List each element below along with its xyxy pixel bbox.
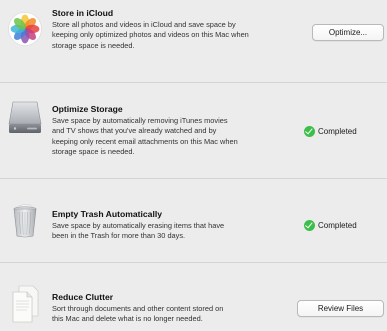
recommendation-store-in-icloud: Store in iCloud Store all photos and vid… (0, 0, 387, 80)
review-files-button[interactable]: Review Files (297, 300, 384, 317)
recommendation-empty-trash: Empty Trash Automatically Save space by … (0, 180, 387, 258)
photos-icon (8, 12, 42, 46)
description-line: Store all photos and videos in iCloud an… (52, 20, 236, 29)
description-line: keeping only optimized photos and videos… (52, 30, 249, 40)
recommendation-title: Reduce Clutter (52, 292, 114, 302)
description-line: and TV shows that you've already watched… (52, 126, 217, 136)
recommendation-title: Empty Trash Automatically (52, 209, 162, 219)
recommendation-description: Save space by automatically removing iTu… (52, 116, 288, 158)
separator (0, 262, 387, 263)
status-badge: Completed (304, 219, 357, 231)
separator (0, 178, 387, 179)
documents-icon (11, 284, 39, 324)
recommendation-text: Reduce Clutter Sort through documents an… (52, 292, 288, 325)
recommendation-reduce-clutter: Reduce Clutter Sort through documents an… (0, 266, 387, 331)
optimize-button[interactable]: Optimize... (312, 24, 384, 41)
recommendation-optimize-storage: Optimize Storage Save space by automatic… (0, 84, 387, 172)
recommendation-description: Save space by automatically erasing item… (52, 221, 288, 242)
description-line: storage space is needed. (52, 40, 135, 50)
recommendation-text: Store in iCloud Store all photos and vid… (52, 8, 288, 51)
description-line: storage space is needed. (52, 147, 135, 157)
description-line: Sort through documents and other content… (52, 304, 224, 313)
description-line: been in the Trash for more than 30 days. (52, 231, 186, 241)
storage-recommendations-panel: Store in iCloud Store all photos and vid… (0, 0, 387, 331)
separator (0, 82, 387, 83)
recommendation-description: Sort through documents and other content… (52, 304, 288, 325)
checkmark-icon (304, 219, 315, 231)
hard-drive-icon (7, 98, 43, 138)
description-line: Save space by automatically removing iTu… (52, 116, 228, 125)
description-line: keeping only recent email attachments on… (52, 136, 238, 146)
status-label: Completed (318, 126, 357, 136)
recommendation-text: Empty Trash Automatically Save space by … (52, 209, 288, 242)
description-line: Save space by automatically erasing item… (52, 221, 225, 230)
description-line: this Mac and delete what is no longer ne… (52, 314, 203, 324)
checkmark-icon (304, 125, 315, 137)
trash-icon (11, 202, 39, 238)
recommendation-title: Optimize Storage (52, 104, 123, 114)
status-label: Completed (318, 220, 357, 230)
recommendation-description: Store all photos and videos in iCloud an… (52, 20, 288, 51)
status-badge: Completed (304, 125, 357, 137)
recommendation-text: Optimize Storage Save space by automatic… (52, 104, 288, 158)
recommendation-title: Store in iCloud (52, 8, 114, 18)
